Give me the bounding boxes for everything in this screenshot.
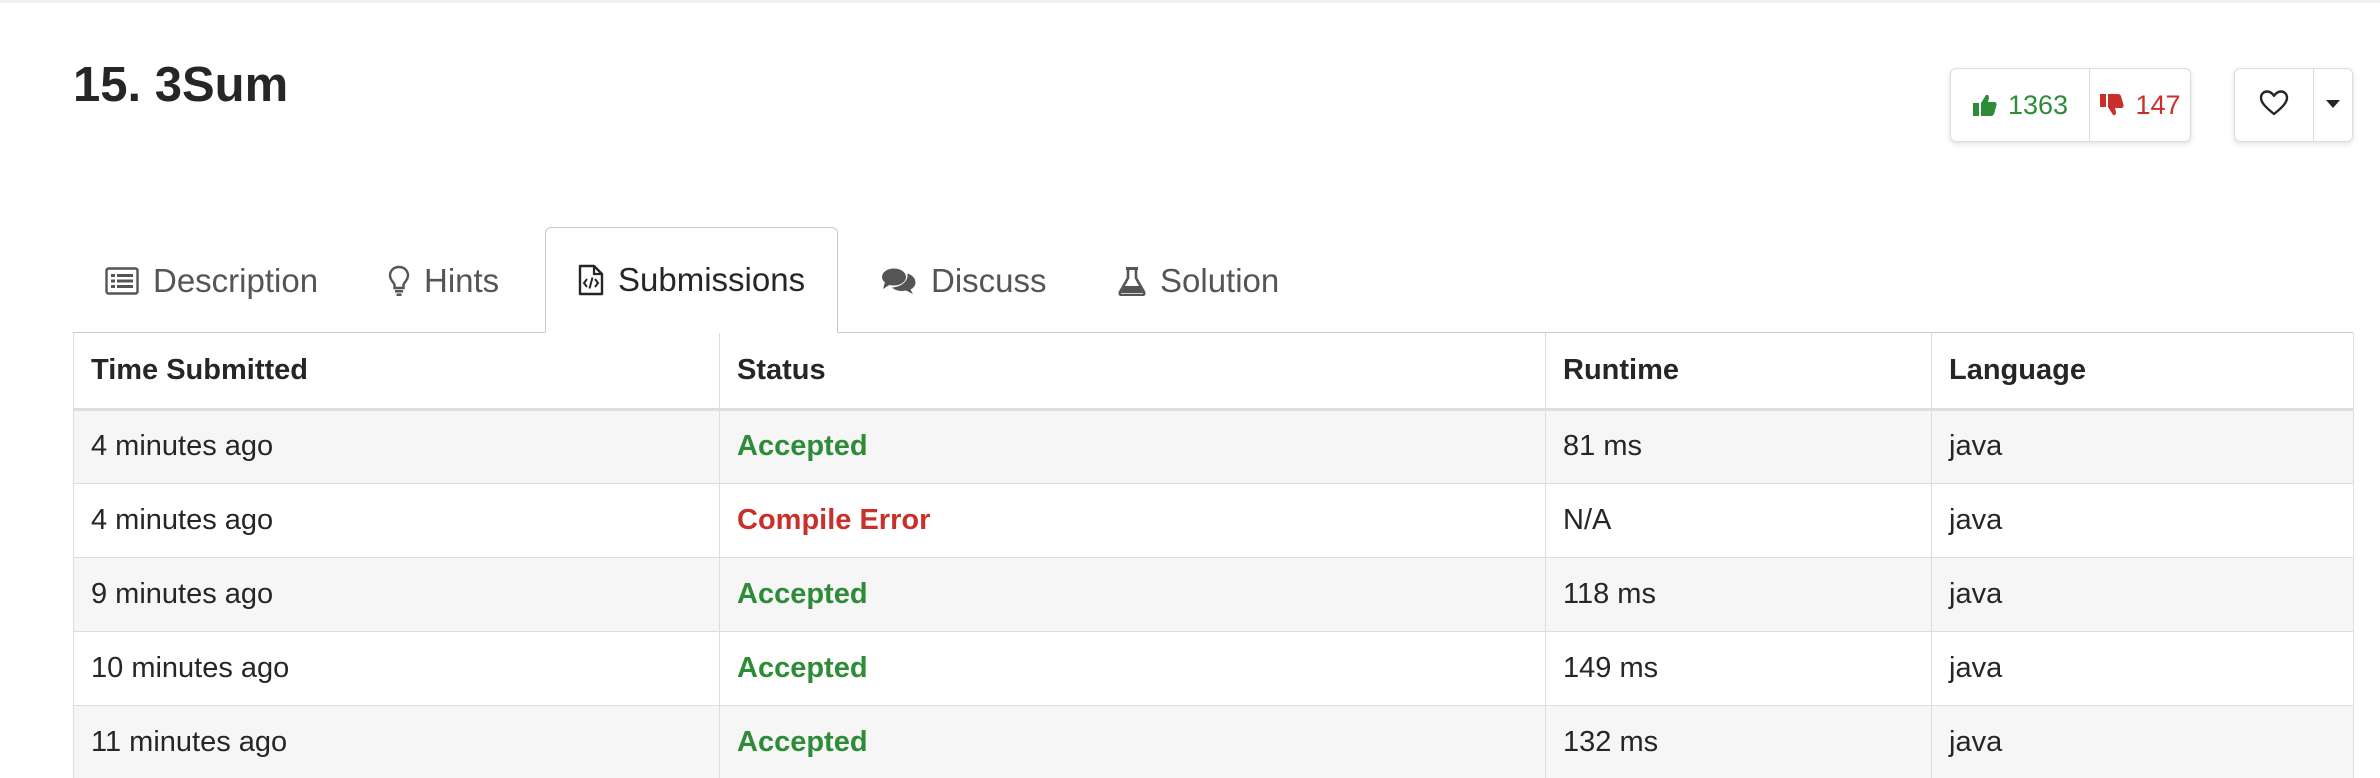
table-row: 11 minutes ago Accepted 132 ms java — [73, 705, 2354, 778]
cell-time: 4 minutes ago — [73, 483, 720, 558]
dislike-count: 147 — [2135, 89, 2181, 120]
tab-label: Description — [153, 261, 319, 299]
cell-runtime: N/A — [1545, 483, 1932, 558]
column-header-runtime: Runtime — [1545, 333, 1932, 411]
cell-time: 10 minutes ago — [73, 631, 720, 706]
cell-language: java — [1931, 705, 2354, 778]
tab-label: Hints — [424, 261, 500, 299]
favorite-dropdown-button[interactable] — [2314, 69, 2352, 141]
column-header-language: Language — [1931, 333, 2354, 411]
tab-label: Submissions — [618, 261, 806, 298]
caret-down-icon — [2326, 96, 2340, 114]
page: 15. 3Sum 1363 147 Description Hints Subm… — [0, 0, 2380, 778]
cell-status: Accepted — [719, 705, 1546, 778]
column-header-status: Status — [719, 333, 1546, 411]
cell-language: java — [1931, 557, 2354, 632]
like-count: 1363 — [2007, 89, 2069, 120]
vote-group: 1363 147 — [1950, 68, 2191, 142]
status-link[interactable]: Accepted — [737, 578, 868, 610]
table-row: 4 minutes ago Compile Error N/A java — [73, 483, 2354, 558]
submissions-table-wrapper: Time Submitted Status Runtime Language 4… — [73, 333, 2354, 778]
cell-language: java — [1931, 483, 2354, 558]
tab-label: Discuss — [931, 261, 1047, 299]
cell-time: 4 minutes ago — [73, 409, 720, 484]
lightbulb-icon — [388, 265, 410, 297]
flask-icon — [1118, 266, 1146, 296]
tab-solution[interactable]: Solution — [1118, 228, 1279, 333]
cell-status: Accepted — [719, 557, 1546, 632]
like-button[interactable]: 1363 — [1951, 69, 2090, 141]
favorite-group — [2234, 68, 2353, 142]
problem-tabs: Description Hints Submissions Discuss So… — [73, 227, 2353, 333]
cell-language: java — [1931, 631, 2354, 706]
cell-language: java — [1931, 409, 2354, 484]
tab-submissions[interactable]: Submissions — [545, 227, 839, 333]
favorite-button[interactable] — [2235, 69, 2314, 141]
cell-runtime: 132 ms — [1545, 705, 1932, 778]
cell-time: 11 minutes ago — [73, 705, 720, 778]
table-row: 4 minutes ago Accepted 81 ms java — [73, 409, 2354, 484]
submissions-table: Time Submitted Status Runtime Language 4… — [73, 333, 2354, 778]
status-link[interactable]: Compile Error — [737, 504, 930, 536]
cell-time: 9 minutes ago — [73, 557, 720, 632]
cell-runtime: 149 ms — [1545, 631, 1932, 706]
column-header-time: Time Submitted — [73, 333, 720, 411]
cell-status: Accepted — [719, 631, 1546, 706]
cell-runtime: 118 ms — [1545, 557, 1932, 632]
table-row: 10 minutes ago Accepted 149 ms java — [73, 631, 2354, 706]
cell-status: Accepted — [719, 409, 1546, 484]
list-icon — [105, 266, 139, 295]
status-link[interactable]: Accepted — [737, 726, 868, 758]
tab-description[interactable]: Description — [105, 228, 318, 333]
tab-hints[interactable]: Hints — [388, 228, 499, 333]
comments-icon — [881, 267, 917, 295]
cell-runtime: 81 ms — [1545, 409, 1932, 484]
tab-label: Solution — [1160, 261, 1280, 299]
status-link[interactable]: Accepted — [737, 652, 868, 684]
code-file-icon — [578, 264, 604, 296]
status-link[interactable]: Accepted — [737, 430, 868, 462]
page-title: 15. 3Sum — [73, 58, 289, 112]
thumbs-down-icon — [2099, 92, 2125, 118]
dislike-button[interactable]: 147 — [2090, 69, 2190, 141]
tab-discuss[interactable]: Discuss — [881, 228, 1047, 333]
heart-icon — [2259, 89, 2289, 121]
cell-status: Compile Error — [719, 483, 1546, 558]
table-header-row: Time Submitted Status Runtime Language — [73, 333, 2354, 411]
table-row: 9 minutes ago Accepted 118 ms java — [73, 557, 2354, 632]
thumbs-up-icon — [1972, 92, 1998, 118]
